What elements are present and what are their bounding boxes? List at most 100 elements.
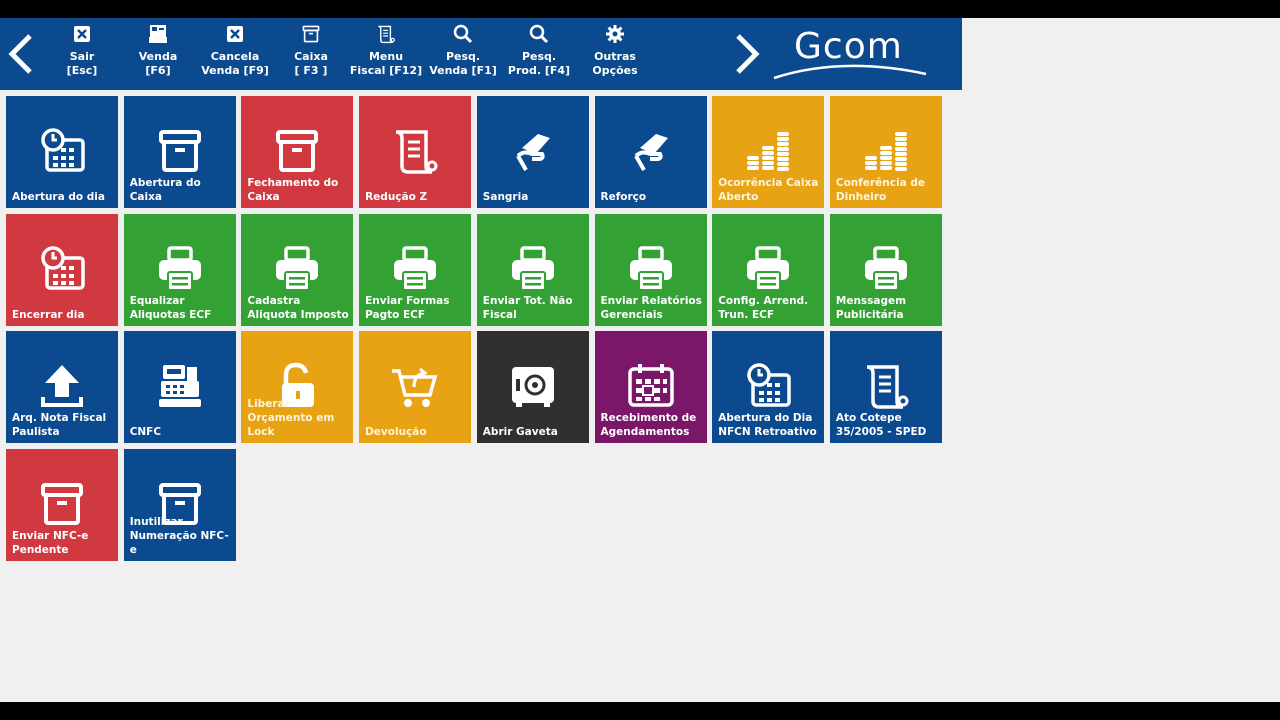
toolbar-button-caixa[interactable]: Caixa [ F3 ] <box>273 24 349 84</box>
printer-icon <box>155 244 205 294</box>
toolbar-button-label: Outras Opções <box>592 50 638 77</box>
toolbar-button-label: Sair [Esc] <box>66 50 98 77</box>
back-arrow-icon[interactable] <box>6 32 36 76</box>
tile-fechamento-do-caixa[interactable]: Fechamento do Caixa <box>241 96 354 208</box>
close-icon <box>224 24 246 46</box>
top-toolbar: Sair [Esc] Venda [F6] Cancela Venda [F9] Ca… <box>0 18 962 90</box>
tile-label: Sangria <box>482 191 529 203</box>
tile-cnfc[interactable]: CNFC <box>123 331 236 443</box>
toolbar-button-venda[interactable]: Venda [F6] <box>120 24 196 84</box>
coins-icon <box>861 126 911 176</box>
tile-reducao-z[interactable]: Redução Z <box>359 96 472 208</box>
tile-recebimento-de-agendamentos[interactable]: Recebimento de Agendamentos <box>594 331 707 443</box>
tile-inutilizar-numeracao-nfc-e[interactable]: Inutilizar Numeração NFC-e <box>123 448 236 561</box>
toolbar-button-menu[interactable]: Menu Fiscal [F12] <box>348 24 424 84</box>
printer-icon <box>390 244 440 294</box>
tile-label: Devolução <box>365 426 427 438</box>
calendar-icon <box>626 361 676 411</box>
tile-enviar-nfc-e-pendente[interactable]: Enviar NFC-e Pendente <box>6 448 118 561</box>
box-icon <box>155 126 205 176</box>
printer-icon <box>743 244 793 294</box>
tile-label: Menssagem Publicitária <box>835 294 907 321</box>
tile-arq-nota-fiscal-paulista[interactable]: Arq. Nota Fiscal Paulista <box>6 331 118 443</box>
cart-return-icon <box>390 361 440 411</box>
tile-liberar-orcamento-em-lock[interactable]: Liberar Orçamento em Lock <box>241 331 354 443</box>
tile-abertura-do-caixa[interactable]: Abertura do Caixa <box>123 96 236 208</box>
tile-label: Liberar Orçamento em Lock <box>247 398 335 438</box>
app-screen: Sair [Esc] Venda [F6] Cancela Venda [F9] Ca… <box>0 18 1280 702</box>
forward-arrow-icon[interactable] <box>732 32 762 76</box>
tile-label: Config. Arrend. Trun. ECF <box>718 294 809 321</box>
tile-ocorrencia-caixa-aberto[interactable]: Ocorrência Caixa Aberto <box>712 96 825 208</box>
calendar-clock-icon <box>37 244 87 294</box>
tile-abertura-do-dia[interactable]: Abertura do dia <box>6 96 118 208</box>
calendar-clock-icon <box>743 361 793 411</box>
tile-devolucao[interactable]: Devolução <box>359 331 472 443</box>
tile-label: Abertura do Dia NFCN Retroativo <box>718 412 817 438</box>
tile-label: Abertura do Caixa <box>129 177 201 203</box>
tile-enviar-relatorios-gerenciais[interactable]: Enviar Relatórios Gerenciais <box>594 213 707 326</box>
scroll-icon <box>861 361 911 411</box>
gear-icon <box>604 24 626 46</box>
coins-icon <box>743 126 793 176</box>
toolbar-button-label: Caixa [ F3 ] <box>294 50 328 77</box>
printer-icon <box>626 244 676 294</box>
scroll-icon <box>375 24 397 46</box>
tile-label: Abrir Gaveta <box>482 426 558 438</box>
search-icon <box>528 24 550 46</box>
tile-label: Inutilizar Numeração NFC-e <box>129 515 229 556</box>
toolbar-button-label: Pesq. Prod. [F4] <box>507 50 571 77</box>
upload-icon <box>37 361 87 411</box>
printer-icon <box>508 244 558 294</box>
tile-conferencia-de-dinheiro[interactable]: Conferência de Dinheiro <box>829 96 942 208</box>
toolbar-button-label: Menu Fiscal [F12] <box>349 50 423 77</box>
tile-label: Fechamento do Caixa <box>247 177 339 203</box>
toolbar-button-label: Cancela Venda [F9] <box>201 50 269 77</box>
calendar-clock-icon <box>37 126 87 176</box>
scroll-icon <box>390 126 440 176</box>
tile-label: Cadastra Aliquota Imposto <box>247 294 349 321</box>
tile-abrir-gaveta[interactable]: Abrir Gaveta <box>476 331 589 443</box>
tile-encerrar-dia[interactable]: Encerrar dia <box>6 213 118 326</box>
tile-label: Redução Z <box>365 191 428 203</box>
tile-label: Enviar Relatórios Gerenciais <box>600 294 702 321</box>
toolbar-button-outras[interactable]: Outras Opções <box>577 24 653 84</box>
tile-reforco[interactable]: Reforço <box>594 96 707 208</box>
tile-label: Enviar Formas Pagto ECF <box>365 294 450 321</box>
tile-label: CNFC <box>129 426 162 438</box>
toolbar-button-pesq[interactable]: Pesq. Venda [F1] <box>425 24 501 84</box>
safe-icon <box>508 361 558 411</box>
toolbar-button-label: Pesq. Venda [F1] <box>429 50 497 77</box>
tile-menssagem-publicitaria[interactable]: Menssagem Publicitária <box>829 213 942 326</box>
printer-icon <box>272 244 322 294</box>
box-icon <box>300 24 322 46</box>
tile-label: Equalizar Aliquotas ECF <box>129 294 212 321</box>
tile-equalizar-aliquotas-ecf[interactable]: Equalizar Aliquotas ECF <box>123 213 236 326</box>
tile-ato-cotepe-35-2005-sped[interactable]: Ato Cotepe 35/2005 - SPED <box>829 331 942 443</box>
close-icon <box>71 24 93 46</box>
printer-icon <box>861 244 911 294</box>
tile-label: Conferência de Dinheiro <box>835 177 925 203</box>
tile-label: Recebimento de Agendamentos <box>600 412 697 438</box>
tile-label: Abertura do dia <box>12 191 105 203</box>
box-icon <box>37 479 87 529</box>
toolbar-button-label: Venda [F6] <box>138 50 178 77</box>
toolbar-button-sair[interactable]: Sair [Esc] <box>44 24 120 84</box>
hand-money-icon <box>626 126 676 176</box>
search-icon <box>452 24 474 46</box>
tile-enviar-tot-nao-fiscal[interactable]: Enviar Tot. Não Fiscal <box>476 213 589 326</box>
box-icon <box>272 126 322 176</box>
tile-label: Ocorrência Caixa Aberto <box>718 177 819 203</box>
tile-abertura-do-dia-nfcn-retroativo[interactable]: Abertura do Dia NFCN Retroativo <box>712 331 825 443</box>
gcom-logo: Gcom <box>772 26 932 82</box>
tile-enviar-formas-pagto-ecf[interactable]: Enviar Formas Pagto ECF <box>359 213 472 326</box>
register-icon <box>147 24 169 46</box>
tile-label: Reforço <box>600 191 647 203</box>
tile-config-arrend-trun-ecf[interactable]: Config. Arrend. Trun. ECF <box>712 213 825 326</box>
toolbar-button-pesq[interactable]: Pesq. Prod. [F4] <box>501 24 577 84</box>
tile-label: Ato Cotepe 35/2005 - SPED <box>835 412 927 438</box>
tile-label: Encerrar dia <box>12 308 85 321</box>
tile-sangria[interactable]: Sangria <box>476 96 589 208</box>
tile-cadastra-aliquota-imposto[interactable]: Cadastra Aliquota Imposto <box>241 213 354 326</box>
toolbar-button-cancela[interactable]: Cancela Venda [F9] <box>197 24 273 84</box>
